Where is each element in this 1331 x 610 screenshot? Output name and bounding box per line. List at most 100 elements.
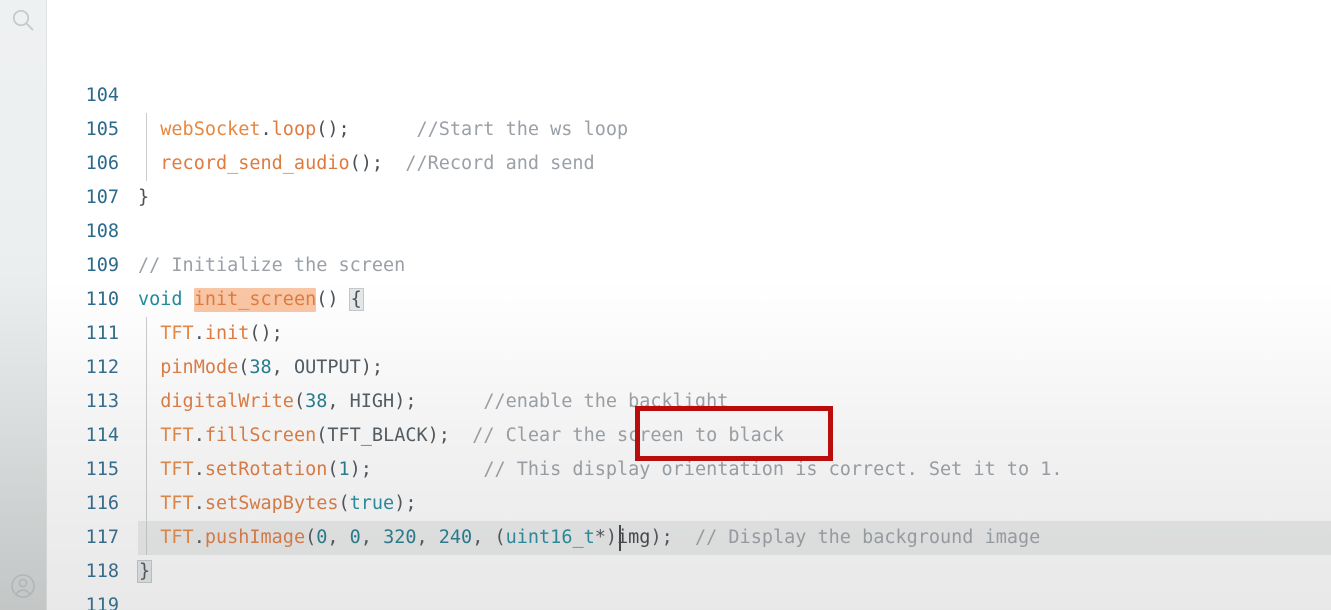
code-token: 38 [305,391,328,412]
code-token: TFT_BLACK [327,425,428,446]
code-token: pushImage [204,527,306,548]
line-number: 109 [85,255,119,276]
code-token: () [316,289,339,310]
code-token: //Start the ws loop [416,119,629,140]
code-token: ); [650,527,673,548]
code-token: // Initialize the screen [138,255,406,276]
code-line-117[interactable]: 117 TFT.pushImage(0, 0, 320, 240, (uint1… [47,521,1331,555]
code-token: ( [494,527,506,548]
code-token: { [348,288,364,311]
line-number: 110 [85,289,119,310]
line-number: 112 [85,357,119,378]
line-text[interactable]: pinMode(38, OUTPUT); [138,351,383,385]
code-token: digitalWrite [160,391,294,412]
code-token: ( [316,425,328,446]
code-line-109[interactable]: 109 // Initialize the screen [47,249,1331,283]
line-text[interactable]: webSocket.loop(); //Start the ws loop [138,113,628,147]
code-token: ( [338,493,350,514]
activity-bar [0,0,47,610]
code-token: (); [316,119,350,140]
line-number: 115 [85,459,119,480]
code-token: fillScreen [204,425,317,446]
line-text[interactable]: } [136,555,153,589]
code-token: setRotation [204,459,328,480]
code-token: ); [427,425,450,446]
code-token: , [416,527,439,548]
code-token: } [136,560,153,583]
line-text[interactable]: record_send_audio(); //Record and send [138,147,594,181]
code-token: record_send_audio [160,153,350,174]
red-highlight-box [635,406,833,461]
code-line-116[interactable]: 116 TFT.setSwapBytes(true); [47,487,1331,521]
line-text[interactable]: // Initialize the screen [138,249,405,283]
account-icon[interactable] [0,566,46,606]
code-line-110[interactable]: 110 void init_screen() { [47,283,1331,317]
code-token: 1 [338,459,350,480]
line-number: 105 [85,119,119,140]
code-token: init [204,323,250,344]
code-line-105[interactable]: 105 webSocket.loop(); //Start the ws loo… [47,113,1331,147]
code-token: init_screen [193,288,317,312]
code-lines[interactable]: 104 105 webSocket.loop(); //Start the ws … [47,0,1331,610]
line-number: 106 [85,153,119,174]
line-number: 107 [85,187,119,208]
code-token: img [617,527,651,548]
line-text[interactable]: TFT.setRotation(1); // This display orie… [138,453,1063,487]
code-token: . [193,425,205,446]
code-token: uint16_t [505,527,595,548]
code-line-119[interactable]: 119 [47,589,1331,610]
code-token: * [594,527,606,548]
code-line-108[interactable]: 108 [47,215,1331,249]
code-token: 320 [383,527,417,548]
code-token: TFT [160,459,194,480]
code-token: } [138,187,150,208]
code-line-107[interactable]: 107} [47,181,1331,215]
text-caret [618,525,621,551]
code-token: ); [349,459,372,480]
line-number: 114 [85,425,119,446]
code-line-118[interactable]: 118} [47,555,1331,589]
code-token: . [193,493,205,514]
line-text[interactable]: void init_screen() { [138,283,364,317]
code-token: HIGH [349,391,395,412]
line-text[interactable]: TFT.pushImage(0, 0, 320, 240, (uint16_t*… [138,521,1040,555]
line-number: 119 [85,595,119,610]
search-icon[interactable] [0,0,46,40]
code-token: TFT [160,493,194,514]
code-token: ); [360,357,384,378]
code-token: 0 [349,527,361,548]
line-text[interactable]: } [138,181,149,215]
code-token: , [327,527,350,548]
code-token: // This display orientation is correct. … [483,459,1063,480]
line-number: 108 [85,221,119,242]
line-text[interactable]: TFT.init(); [138,317,283,351]
code-line-106[interactable]: 106 record_send_audio(); //Record and se… [47,147,1331,181]
code-token: , [472,527,495,548]
code-line-112[interactable]: 112 pinMode(38, OUTPUT); [47,351,1331,385]
line-number: 117 [85,527,119,548]
code-line-111[interactable]: 111 TFT.init(); [47,317,1331,351]
code-token: 0 [316,527,328,548]
code-token: . [193,323,205,344]
code-token: . [260,119,272,140]
code-token: void [138,289,183,310]
line-number: 104 [85,85,119,106]
line-number: 111 [85,323,119,344]
code-token: TFT [160,425,194,446]
code-line-104[interactable]: 104 [47,79,1331,113]
code-editor[interactable]: 104 105 webSocket.loop(); //Start the ws … [47,0,1331,610]
line-text[interactable]: TFT.setSwapBytes(true); [138,487,416,521]
code-token: (); [249,323,283,344]
